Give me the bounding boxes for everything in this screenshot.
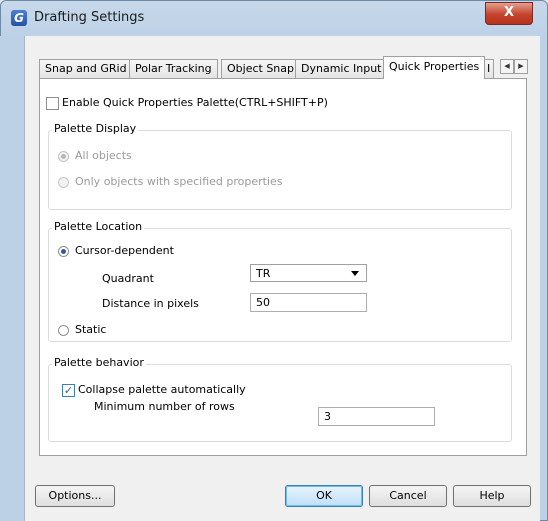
ok-button[interactable]: OK — [285, 485, 363, 507]
distance-input[interactable]: 50 — [250, 293, 367, 312]
quadrant-label: Quadrant — [102, 272, 154, 285]
cancel-button[interactable]: Cancel — [369, 485, 447, 507]
tab-scroll-left-icon[interactable]: ◀ — [500, 59, 514, 74]
tab-object-snap[interactable]: Object Snap — [221, 59, 300, 78]
quick-properties-panel: Enable Quick Properties Palette(CTRL+SHI… — [39, 78, 527, 456]
app-icon: G — [11, 10, 27, 26]
enable-quick-properties-label: Enable Quick Properties Palette(CTRL+SHI… — [62, 96, 328, 109]
options-button[interactable]: Options... — [35, 485, 115, 507]
tab-scroll-right-icon[interactable]: ▶ — [514, 59, 528, 74]
tab-bar: Snap and GRid Polar Tracking Object Snap… — [39, 56, 529, 79]
palette-display-group — [48, 130, 512, 210]
distance-label: Distance in pixels — [102, 297, 199, 310]
dialog-client-area: Snap and GRid Polar Tracking Object Snap… — [24, 36, 540, 521]
min-rows-input[interactable]: 3 — [318, 407, 435, 426]
close-button[interactable]: X — [485, 2, 533, 25]
title-bar[interactable]: G Drafting Settings X — [1, 1, 547, 37]
min-rows-label: Minimum number of rows — [94, 400, 235, 413]
radio-cursor-dependent-label: Cursor-dependent — [75, 244, 174, 257]
tab-quick-properties[interactable]: Quick Properties — [383, 56, 486, 79]
collapse-palette-label: Collapse palette automatically — [78, 383, 246, 396]
radio-static-label: Static — [75, 323, 107, 336]
tab-snap-and-grid[interactable]: Snap and GRid — [39, 59, 133, 78]
radio-all-objects[interactable] — [58, 151, 69, 162]
palette-display-title: Palette Display — [52, 122, 139, 135]
help-button[interactable]: Help — [453, 485, 531, 507]
window-title: Drafting Settings — [34, 10, 145, 25]
tab-dynamic-input[interactable]: Dynamic Input — [295, 59, 388, 78]
quadrant-value: TR — [256, 267, 271, 280]
window-frame-left — [0, 36, 24, 521]
radio-specified-objects[interactable] — [58, 177, 69, 188]
radio-static[interactable] — [58, 325, 69, 336]
quadrant-select[interactable]: TR — [250, 264, 367, 282]
radio-cursor-dependent[interactable] — [58, 246, 69, 257]
enable-quick-properties-checkbox[interactable] — [46, 97, 59, 110]
radio-specified-objects-label: Only objects with specified properties — [75, 175, 283, 188]
tab-polar-tracking[interactable]: Polar Tracking — [129, 59, 218, 78]
palette-behavior-title: Palette behavior — [52, 356, 146, 369]
collapse-palette-checkbox[interactable]: ✓ — [62, 384, 75, 397]
palette-location-title: Palette Location — [52, 220, 145, 233]
radio-all-objects-label: All objects — [75, 149, 132, 162]
dropdown-arrow-icon — [351, 271, 359, 276]
